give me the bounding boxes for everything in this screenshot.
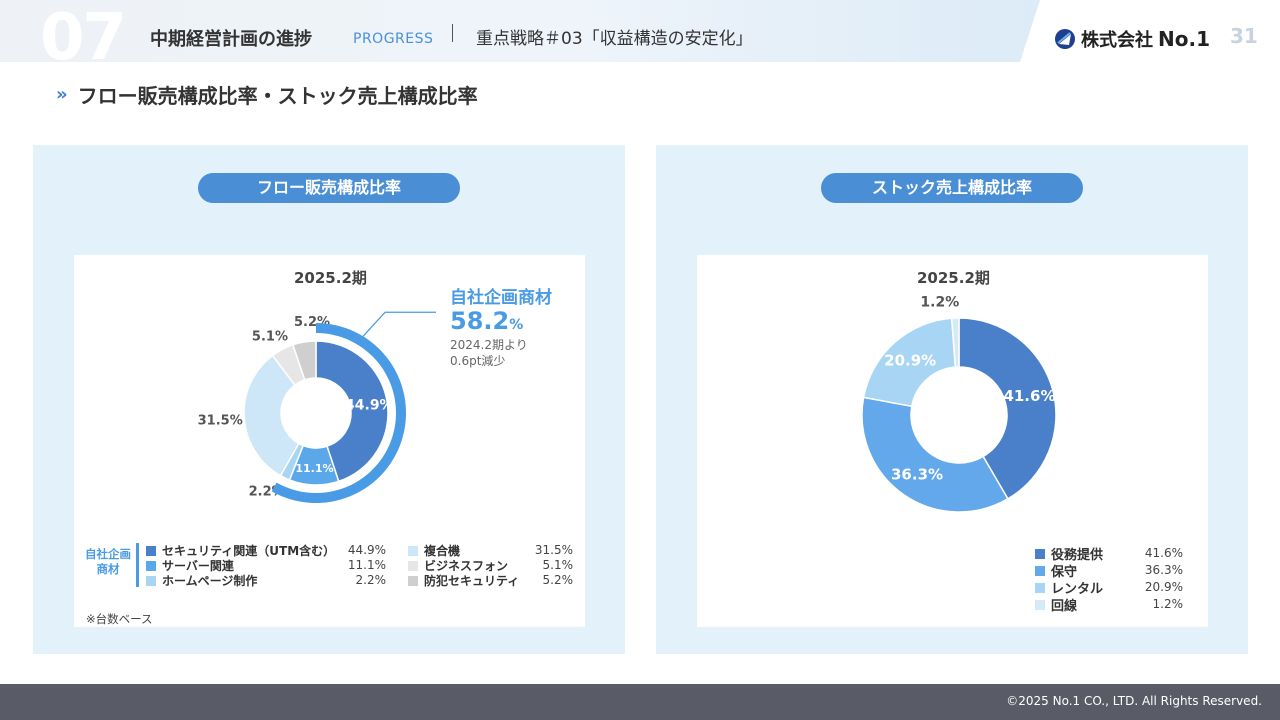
legend-swatch	[1035, 565, 1045, 576]
legend-item: ホームページ制作	[146, 573, 257, 588]
data-label: 1.2%	[920, 295, 959, 311]
legend-label: 回線	[1051, 599, 1078, 614]
callout-note: 2024.2期より 0.6pt減少	[450, 337, 528, 369]
legend-item: ビジネスフォン	[408, 558, 508, 573]
brand-name: No.1	[1158, 27, 1210, 51]
callout-value-unit: %	[509, 317, 524, 333]
legend-item: 役務提供	[1035, 546, 1103, 563]
data-label: 44.9%	[345, 397, 394, 413]
stock-period: 2025.2期	[917, 269, 990, 287]
section-title: » フロー販売構成比率・ストック売上構成比率	[56, 80, 478, 109]
legend-item: 複合機	[408, 543, 460, 558]
group-label-line2: 商材	[96, 562, 120, 576]
stock-sales-pill: ストック売上構成比率	[821, 173, 1083, 203]
chevron-right-icon: »	[56, 84, 68, 105]
legend-value: 11.1%	[347, 558, 386, 572]
legend-value: 36.3%	[1144, 563, 1183, 577]
legend-item: レンタル	[1035, 580, 1103, 597]
header-divider	[452, 24, 453, 42]
data-label: 11.1%	[295, 462, 333, 475]
group-bracket	[136, 543, 139, 587]
callout-title: 自社企画商材	[450, 288, 552, 308]
group-label-line1: 自社企画	[85, 547, 131, 561]
stock-donut-chart: 41.6% 36.3% 20.9% 1.2%	[861, 295, 1057, 513]
legend-swatch	[146, 560, 156, 571]
legend-value: 1.2%	[1152, 597, 1184, 611]
page-title: 中期経営計画の進捗	[150, 29, 312, 50]
legend-value: 20.9%	[1144, 580, 1183, 594]
legend-value: 44.9%	[347, 543, 386, 557]
legend-value: 5.2%	[542, 573, 574, 587]
legend-swatch	[408, 575, 418, 586]
flow-sales-panel: フロー販売構成比率 2025.2期 44.9% 11.1% 2.2% 31.5% 5.1…	[33, 145, 625, 654]
data-label: 36.3%	[891, 466, 943, 484]
company-logo: 株式会社 No.1	[1054, 26, 1210, 52]
legend-item: 保守	[1035, 563, 1077, 580]
chapter-number: 07	[40, 1, 127, 75]
flow-sales-pill: フロー販売構成比率	[198, 173, 460, 203]
legend-value: 41.6%	[1144, 546, 1183, 560]
legend-swatch	[408, 560, 418, 571]
legend-swatch	[1035, 599, 1045, 610]
legend-value: 5.1%	[542, 558, 574, 572]
progress-label: PROGRESS	[353, 31, 434, 47]
strategy-label: 重点戦略＃03「収益構造の安定化」	[476, 29, 753, 49]
legend-swatch	[146, 545, 156, 556]
data-label: 31.5%	[198, 413, 243, 428]
callout-leader-line	[362, 311, 436, 337]
section-title-text: フロー販売構成比率・ストック売上構成比率	[77, 84, 478, 108]
callout-note-line1: 2024.2期より	[450, 338, 528, 352]
legend-swatch	[1035, 582, 1045, 593]
legend-swatch	[1035, 548, 1045, 559]
legend-item: サーバー関連	[146, 558, 234, 573]
legend-item: セキュリティ関連（UTM含む）	[146, 543, 335, 558]
stock-sales-panel: ストック売上構成比率 2025.2期 41.6% 36.3% 20.9% 1.2% 役…	[656, 145, 1248, 654]
flow-period: 2025.2期	[294, 269, 367, 287]
data-label: 20.9%	[884, 352, 936, 370]
footer: ©2025 No.1 CO., LTD. All Rights Reserved…	[0, 684, 1280, 720]
stock-sales-card: 2025.2期 41.6% 36.3% 20.9% 1.2% 役務提供 41.6% 保…	[697, 255, 1208, 627]
copyright: ©2025 No.1 CO., LTD. All Rights Reserved…	[1006, 694, 1262, 708]
data-label: 5.1%	[252, 330, 288, 345]
legend-label: 防犯セキュリティ	[424, 574, 520, 588]
callout-value-number: 58.2	[450, 307, 510, 335]
callout-note-line2: 0.6pt減少	[450, 354, 506, 368]
legend-label: ホームページ制作	[162, 574, 258, 588]
legend-swatch	[408, 545, 418, 556]
legend-swatch	[146, 575, 156, 586]
legend-item: 回線	[1035, 597, 1078, 614]
data-label: 41.6%	[1003, 387, 1055, 405]
logo-mark-icon	[1055, 29, 1075, 49]
page-number: 31	[1230, 24, 1258, 48]
legend-item: 防犯セキュリティ	[408, 573, 519, 588]
flow-sales-card: 2025.2期 44.9% 11.1% 2.2% 31.5% 5.1% 5.2% 自社企画…	[74, 255, 585, 627]
legend-value: 31.5%	[534, 543, 573, 557]
company-name: 株式会社	[1081, 30, 1153, 51]
footnote: ※台数ベース	[86, 612, 153, 626]
callout-value: 58.2%	[450, 307, 523, 335]
legend-value: 2.2%	[355, 573, 387, 587]
group-label: 自社企画 商材	[82, 547, 134, 577]
